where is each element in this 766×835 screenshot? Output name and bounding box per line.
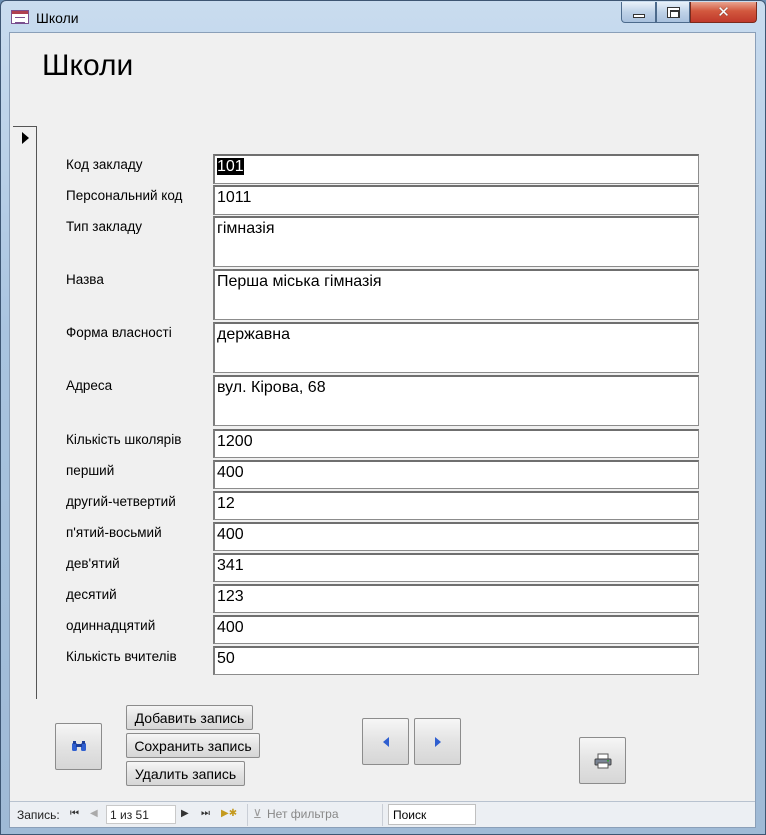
current-record-indicator[interactable] [13, 126, 37, 148]
field-label-adresa: Адреса [66, 378, 113, 393]
field-deviatyi[interactable]: 341 [213, 553, 699, 582]
field-druhyi-chetvertyi[interactable]: 12 [213, 491, 699, 520]
arrow-right-icon [434, 736, 441, 747]
first-record-icon[interactable]: ⏮ [70, 808, 79, 819]
title-bar[interactable]: Школи ✕ [1, 1, 765, 33]
window-title: Школи [36, 10, 79, 26]
field-label-odynnadtsiatyi: одиннадцятий [66, 618, 156, 633]
close-button[interactable]: ✕ [690, 2, 757, 23]
field-label-kilkist-shkoliariv: Кількість школярів [66, 432, 182, 447]
record-navigation-bar: Запись: ⏮ ◀ 1 из 51 ▶ ⏭ ▶✱ ⊻ Нет фильтра… [10, 801, 755, 827]
field-label-deviatyi: дев'ятий [66, 556, 120, 571]
next-record-nav-icon[interactable]: ▶ [181, 808, 189, 819]
form-title: Школи [42, 49, 134, 82]
form-icon [11, 10, 29, 24]
close-icon: ✕ [717, 3, 730, 21]
field-desiatyi[interactable]: 123 [213, 584, 699, 613]
record-selector[interactable] [13, 126, 37, 699]
field-odynnadtsiatyi[interactable]: 400 [213, 615, 699, 644]
find-button[interactable] [55, 723, 102, 770]
filter-status[interactable]: Нет фильтра [267, 807, 339, 821]
next-record-button[interactable] [414, 718, 461, 765]
prev-record-nav-icon[interactable]: ◀ [90, 808, 98, 819]
field-label-nazva: Назва [66, 272, 104, 287]
printer-icon [594, 753, 611, 768]
field-label-typ-zakladu: Тип закладу [66, 219, 143, 234]
delete-record-button[interactable]: Удалить запись [126, 761, 245, 786]
last-record-icon[interactable]: ⏭ [201, 808, 210, 819]
filter-icon: ⊻ [253, 807, 262, 821]
field-label-piatyi-vosmyi: п'ятий-восьмий [66, 525, 162, 540]
field-label-forma-vlasnosti: Форма власності [66, 325, 172, 340]
field-label-kilkist-vchyteliv: Кількість вчителів [66, 649, 177, 664]
current-record-arrow-icon [22, 132, 29, 144]
print-button[interactable] [579, 737, 626, 784]
arrow-left-icon [382, 736, 389, 747]
field-personalnyi-kod[interactable]: 1011 [213, 185, 699, 215]
field-typ-zakladu[interactable]: гімназія [213, 216, 699, 267]
field-nazva[interactable]: Перша міська гімназія [213, 269, 699, 320]
field-forma-vlasnosti[interactable]: державна [213, 322, 699, 373]
search-input[interactable]: Поиск [388, 804, 476, 825]
form-client-area: Школи Код закладу 101 Персональний код 1… [9, 32, 756, 828]
field-kod-zakladu[interactable]: 101 [213, 154, 699, 184]
minimize-button[interactable] [621, 2, 656, 23]
add-record-button[interactable]: Добавить запись [126, 705, 253, 730]
field-label-desiatyi: десятий [66, 587, 117, 602]
field-piatyi-vosmyi[interactable]: 400 [213, 522, 699, 551]
field-kilkist-vchyteliv[interactable]: 50 [213, 646, 699, 675]
field-pershyi[interactable]: 400 [213, 460, 699, 489]
field-kilkist-shkoliariv[interactable]: 1200 [213, 429, 699, 458]
restore-icon [666, 6, 680, 18]
minimize-icon [632, 14, 645, 18]
new-record-icon[interactable]: ▶✱ [221, 808, 237, 819]
field-label-pershyi: перший [66, 463, 115, 478]
record-position-field[interactable]: 1 из 51 [106, 805, 176, 824]
record-label: Запись: [17, 808, 60, 822]
field-label-druhyi-chetvertyi: другий-четвертий [66, 494, 176, 509]
field-label-kod-zakladu: Код закладу [66, 157, 143, 172]
previous-record-button[interactable] [362, 718, 409, 765]
field-adresa[interactable]: вул. Кірова, 68 [213, 375, 699, 426]
binoculars-icon [71, 741, 86, 751]
maximize-button[interactable] [656, 2, 690, 23]
status-separator [247, 804, 248, 826]
form-header: Школи [10, 33, 755, 116]
app-window: Школи ✕ Школи Код закладу 101 Персональн… [0, 0, 766, 835]
field-label-personalnyi-kod: Персональний код [66, 188, 183, 203]
save-record-button[interactable]: Сохранить запись [126, 733, 260, 758]
status-separator [382, 804, 383, 826]
